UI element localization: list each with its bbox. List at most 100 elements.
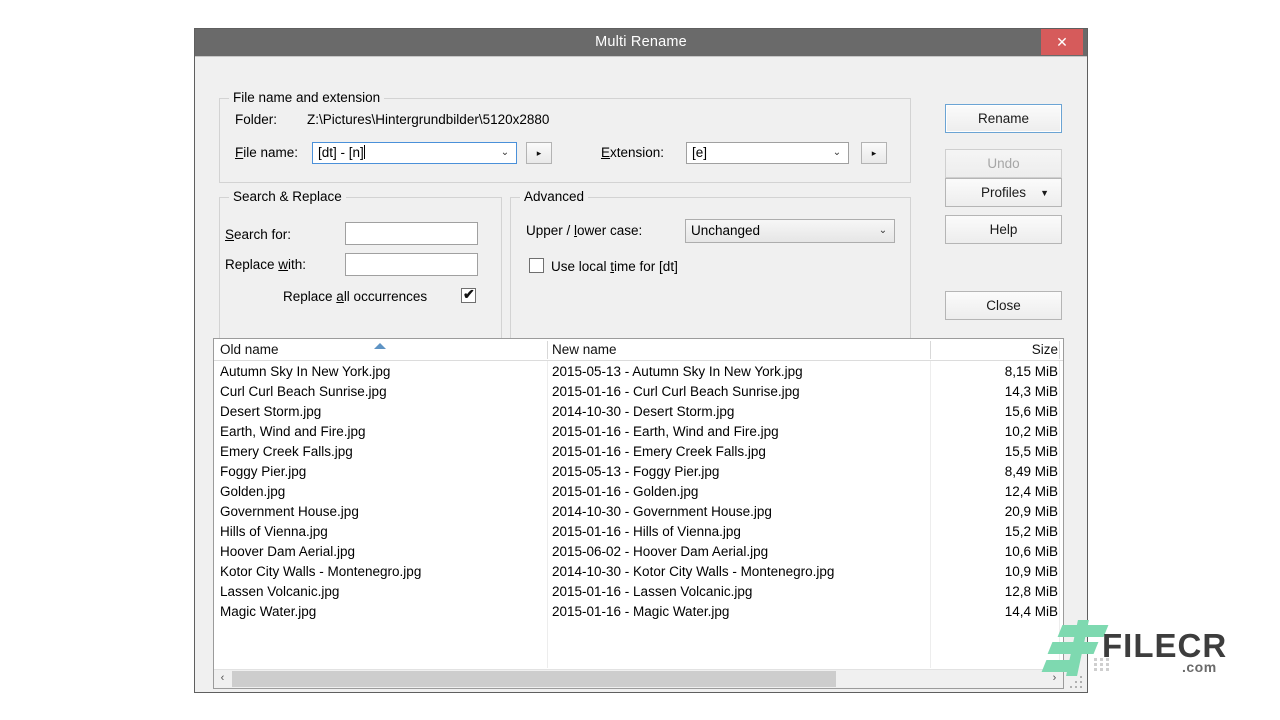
watermark-logo-dots bbox=[1094, 658, 1114, 674]
horizontal-scrollbar[interactable]: ‹ › bbox=[214, 669, 1063, 688]
dialog-client-area: File name and extension Folder: Z:\Pictu… bbox=[195, 56, 1087, 692]
table-row[interactable]: Earth, Wind and Fire.jpg 2015-01-16 - Ear… bbox=[214, 422, 1063, 442]
cell-new: 2014-10-30 - Desert Storm.jpg bbox=[552, 402, 928, 422]
rename-button[interactable]: Rename bbox=[945, 104, 1062, 133]
table-row[interactable]: Golden.jpg2015-01-16 - Golden.jpg12,4 Mi… bbox=[214, 482, 1063, 502]
table-row[interactable]: Autumn Sky In New York.jpg2015-05-13 - A… bbox=[214, 362, 1063, 382]
cell-old: Hills of Vienna.jpg bbox=[220, 522, 546, 542]
rename-preview-list[interactable]: Old name New name Size Autumn Sky In New… bbox=[213, 338, 1064, 689]
cell-new: 2015-06-02 - Hoover Dam Aerial.jpg bbox=[552, 542, 928, 562]
column-header-new-name[interactable]: New name bbox=[552, 339, 928, 360]
extension-pattern-combobox[interactable]: [e] ⌄ bbox=[686, 142, 849, 164]
cell-size: 8,15 MiB bbox=[928, 362, 1058, 382]
file-name-group-legend: File name and extension bbox=[229, 90, 384, 105]
profiles-button[interactable]: Profiles ▼ bbox=[945, 178, 1062, 207]
cell-size: 10,6 MiB bbox=[928, 542, 1058, 562]
table-row[interactable]: Kotor City Walls - Montenegro.jpg 2014-10… bbox=[214, 562, 1063, 582]
header-separator-1 bbox=[547, 341, 548, 359]
file-name-pattern-combobox[interactable]: [dt] - [n] ⌄ bbox=[312, 142, 517, 164]
checkmark-icon: ✔ bbox=[463, 286, 475, 302]
cell-old: Emery Creek Falls.jpg bbox=[220, 442, 546, 462]
cell-new: 2015-01-16 - Lassen Volcanic.jpg bbox=[552, 582, 928, 602]
close-icon[interactable]: ✕ bbox=[1041, 29, 1083, 55]
cell-old: Curl Curl Beach Sunrise.jpg bbox=[220, 382, 546, 402]
cell-size: 15,5 MiB bbox=[928, 442, 1058, 462]
search-replace-group-legend: Search & Replace bbox=[229, 189, 346, 204]
cell-old: Lassen Volcanic.jpg bbox=[220, 582, 546, 602]
title-bar[interactable]: Multi Rename ✕ bbox=[195, 29, 1087, 56]
upper-lower-case-label: Upper / lower case: bbox=[526, 223, 642, 238]
table-row[interactable]: Magic Water.jpg2015-01-16 - Magic Water.… bbox=[214, 602, 1063, 622]
cell-size: 20,9 MiB bbox=[928, 502, 1058, 522]
replace-all-occurrences-label: Replace all occurrences bbox=[283, 289, 427, 304]
cell-new: 2015-01-16 - Emery Creek Falls.jpg bbox=[552, 442, 928, 462]
extension-label: Extension: bbox=[601, 145, 664, 160]
replace-all-occurrences-checkbox[interactable]: ✔ bbox=[461, 288, 476, 303]
help-button[interactable]: Help bbox=[945, 215, 1062, 244]
file-name-label-rest: ile name: bbox=[243, 145, 298, 160]
cell-old: Government House.jpg bbox=[220, 502, 546, 522]
multi-rename-window: Multi Rename ✕ File name and extension F… bbox=[194, 28, 1088, 693]
folder-label: Folder: bbox=[235, 112, 277, 127]
extension-label-rest: xtension: bbox=[610, 145, 664, 160]
folder-path-value: Z:\Pictures\Hintergrundbilder\5120x2880 bbox=[307, 112, 549, 127]
caret-down-icon: ▼ bbox=[1040, 179, 1049, 207]
table-row[interactable]: Hoover Dam Aerial.jpg 2015-06-02 - Hoover… bbox=[214, 542, 1063, 562]
cell-size: 8,49 MiB bbox=[928, 462, 1058, 482]
close-button[interactable]: Close bbox=[945, 291, 1062, 320]
search-for-label: Search for: bbox=[225, 227, 291, 242]
cell-old: Desert Storm.jpg bbox=[220, 402, 546, 422]
cell-size: 12,8 MiB bbox=[928, 582, 1058, 602]
replace-with-label-rest: ith: bbox=[288, 257, 306, 272]
cell-size: 15,6 MiB bbox=[928, 402, 1058, 422]
undo-button[interactable]: Undo bbox=[945, 149, 1062, 178]
close-button-label: Close bbox=[946, 292, 1061, 320]
watermark-suffix: .com bbox=[1182, 659, 1217, 675]
file-name-label: File name: bbox=[235, 145, 298, 160]
screen: { "window": { "title": "Multi Rename", "… bbox=[0, 0, 1280, 720]
window-title: Multi Rename bbox=[195, 29, 1087, 56]
cell-new: 2015-05-13 - Foggy Pier.jpg bbox=[552, 462, 928, 482]
extension-placeholder-menu-button[interactable]: ▸ bbox=[861, 142, 887, 164]
scrollbar-thumb[interactable] bbox=[232, 671, 836, 687]
cell-old: Hoover Dam Aerial.jpg bbox=[220, 542, 546, 562]
table-row[interactable]: Foggy Pier.jpg 2015-05-13 - Foggy Pier.jp… bbox=[214, 462, 1063, 482]
text-caret bbox=[364, 145, 365, 159]
use-local-time-checkbox[interactable] bbox=[529, 258, 544, 273]
cell-old: Foggy Pier.jpg bbox=[220, 462, 546, 482]
cell-new: 2015-01-16 - Magic Water.jpg bbox=[552, 602, 928, 622]
scroll-right-icon[interactable]: › bbox=[1046, 670, 1063, 688]
table-row[interactable]: Curl Curl Beach Sunrise.jpg 2015-01-16 - … bbox=[214, 382, 1063, 402]
chevron-down-icon-extension[interactable]: ⌄ bbox=[831, 143, 843, 163]
table-row[interactable]: Lassen Volcanic.jpg 2015-01-16 - Lassen V… bbox=[214, 582, 1063, 602]
cell-new: 2015-01-16 - Curl Curl Beach Sunrise.jpg bbox=[552, 382, 928, 402]
cell-size: 14,3 MiB bbox=[928, 382, 1058, 402]
table-row[interactable]: Desert Storm.jpg 2014-10-30 - Desert Stor… bbox=[214, 402, 1063, 422]
replace-all-label-rest: ll occurrences bbox=[344, 289, 427, 304]
search-for-input[interactable] bbox=[345, 222, 478, 245]
cell-old: Earth, Wind and Fire.jpg bbox=[220, 422, 546, 442]
search-for-label-rest: earch for: bbox=[234, 227, 291, 242]
replace-with-input[interactable] bbox=[345, 253, 478, 276]
cell-new: 2015-01-16 - Earth, Wind and Fire.jpg bbox=[552, 422, 928, 442]
cell-new: 2014-10-30 - Kotor City Walls - Monteneg… bbox=[552, 562, 928, 582]
table-row[interactable]: Government House.jpg2014-10-30 - Governm… bbox=[214, 502, 1063, 522]
upper-lower-case-combobox[interactable]: Unchanged ⌄ bbox=[685, 219, 895, 243]
file-name-and-extension-group: File name and extension bbox=[219, 98, 911, 183]
resize-grip[interactable] bbox=[1070, 676, 1084, 690]
cell-new: 2015-01-16 - Hills of Vienna.jpg bbox=[552, 522, 928, 542]
scroll-left-icon[interactable]: ‹ bbox=[214, 670, 231, 688]
table-row[interactable]: Hills of Vienna.jpg 2015-01-16 - Hills of… bbox=[214, 522, 1063, 542]
cell-size: 10,2 MiB bbox=[928, 422, 1058, 442]
list-header-row: Old name New name Size bbox=[214, 339, 1063, 361]
use-local-time-label: Use local time for [dt] bbox=[551, 259, 678, 274]
chevron-down-icon[interactable]: ⌄ bbox=[499, 143, 511, 163]
file-name-placeholder-menu-button[interactable]: ▸ bbox=[526, 142, 552, 164]
chevron-down-icon-case[interactable]: ⌄ bbox=[877, 220, 889, 242]
cell-old: Kotor City Walls - Montenegro.jpg bbox=[220, 562, 546, 582]
column-header-size[interactable]: Size bbox=[928, 339, 1058, 360]
upper-lower-case-label-rest: ower case: bbox=[577, 223, 642, 238]
sort-ascending-icon bbox=[374, 343, 386, 349]
rename-button-label: Rename bbox=[946, 105, 1061, 133]
table-row[interactable]: Emery Creek Falls.jpg 2015-01-16 - Emery … bbox=[214, 442, 1063, 462]
